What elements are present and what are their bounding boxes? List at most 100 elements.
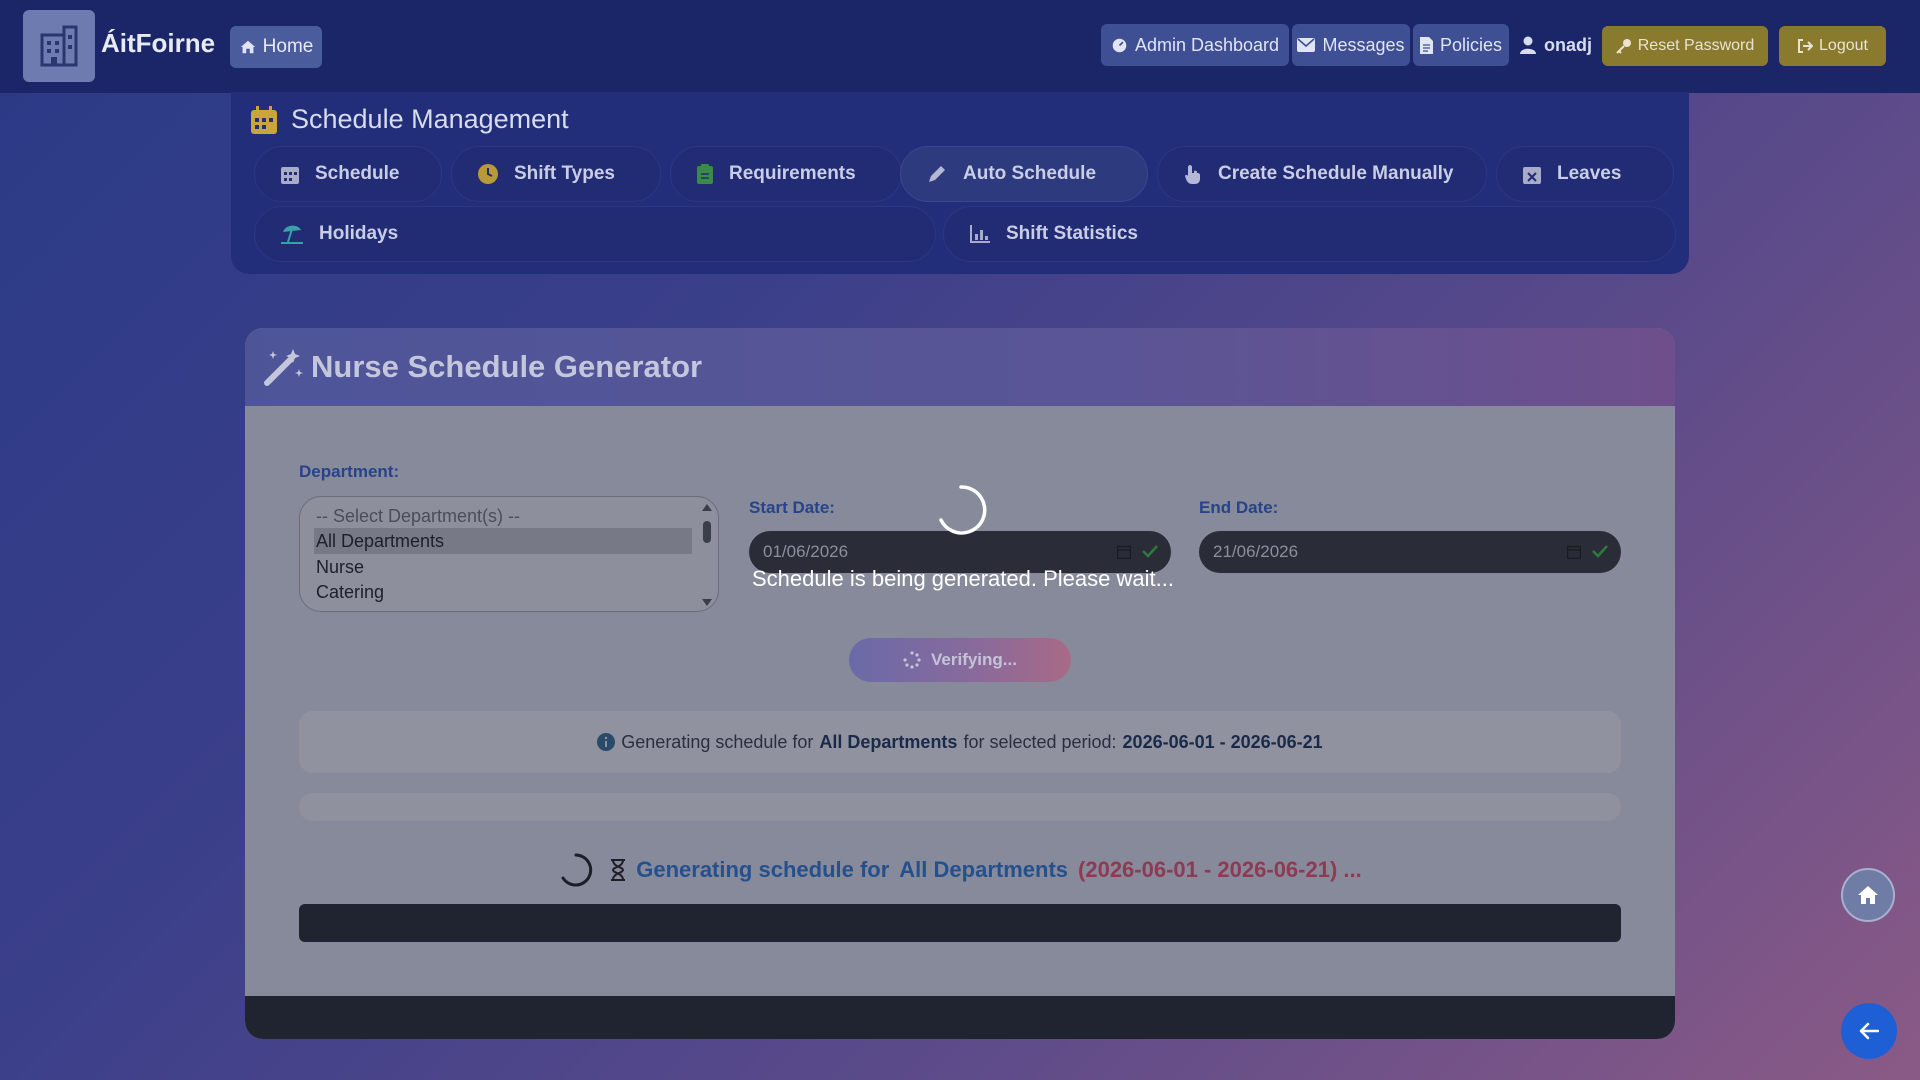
overlay-loading-message: Schedule is being generated. Please wait… [752,566,1174,591]
loading-spinner-icon [561,853,593,887]
overlay-spinner-icon [939,485,987,535]
calendar-picker-icon[interactable] [1567,544,1581,559]
generation-status: Generating schedule for All Departments … [245,850,1675,890]
department-option-placeholder[interactable]: -- Select Department(s) -- [314,503,692,529]
tab-requirements-label: Requirements [729,163,856,184]
schedule-management-panel: Schedule Management Schedule Shift Types… [231,92,1689,274]
house-icon [1858,886,1878,904]
app-logo[interactable] [23,10,95,82]
tab-create-schedule-manually[interactable]: Create Schedule Manually [1157,146,1487,202]
generator-card-header: Nurse Schedule Generator [245,328,1675,406]
home-button-label: Home [262,36,314,57]
house-icon [240,40,255,54]
department-label: Department: [299,462,400,481]
tab-holidays[interactable]: Holidays [254,206,936,262]
tab-shift-types[interactable]: Shift Types [451,146,661,202]
tab-holidays-label: Holidays [319,223,399,244]
logout-label: Logout [1819,37,1868,54]
envelope-icon [1297,38,1316,52]
messages-button[interactable]: Messages [1292,24,1410,66]
calendar-grid-icon [281,167,299,184]
logout-button[interactable]: Logout [1779,26,1886,66]
logout-icon [1798,39,1814,53]
status-prefix: Generating schedule for [636,857,890,882]
start-date-label: Start Date: [749,498,835,517]
key-icon [1616,39,1631,54]
tab-auto-schedule[interactable]: Auto Schedule [900,146,1148,202]
reset-password-label: Reset Password [1637,37,1755,54]
policies-button[interactable]: Policies [1413,24,1509,66]
building-logo-icon [40,25,78,67]
clock-icon [478,164,498,184]
status-department: All Departments [899,857,1069,882]
card-footer [245,996,1675,1039]
messages-label: Messages [1322,34,1405,55]
end-date-label: End Date: [1199,498,1279,517]
bar-chart-icon [970,225,990,243]
floating-home-button[interactable] [1841,868,1895,922]
scroll-thumb [703,521,711,543]
tab-shift-types-label: Shift Types [514,163,615,184]
gauge-icon [1112,38,1127,52]
checkmark-icon [1592,545,1608,558]
tab-shift-statistics-label: Shift Statistics [1006,223,1138,244]
admin-dashboard-label: Admin Dashboard [1134,34,1280,55]
end-date-value: 21/06/2026 [1213,542,1299,561]
department-select[interactable]: -- Select Department(s) -- All Departmen… [299,496,719,612]
calendar-icon [251,105,277,134]
calendar-x-icon [1523,167,1541,184]
info-period: 2026-06-01 - 2026-06-21 [1122,731,1323,752]
tab-leaves-label: Leaves [1557,163,1622,184]
scroll-up-icon [702,504,712,511]
info-prefix: Generating schedule for [621,731,814,752]
page-title: Schedule Management [291,104,569,134]
pencil-icon [929,166,945,182]
schedule-management-header: Schedule Management [251,104,569,135]
department-scrollbar[interactable] [700,501,714,609]
hourglass-icon [611,859,626,881]
scroll-down-icon [702,599,712,606]
calendar-picker-icon[interactable] [1117,544,1131,559]
home-button[interactable]: Home [230,26,322,68]
verify-button[interactable]: Verifying... [849,638,1071,682]
end-date-input[interactable]: 21/06/2026 [1199,531,1621,573]
user-info[interactable]: onadj [1520,24,1592,66]
info-circle-icon [597,733,616,751]
umbrella-beach-icon [281,225,303,244]
hand-pointer-icon [1185,165,1200,184]
reset-password-button[interactable]: Reset Password [1602,26,1768,66]
generator-title: Nurse Schedule Generator [311,349,703,384]
tab-schedule-label: Schedule [315,163,400,184]
info-middle: for selected period: [963,731,1117,752]
verify-button-label: Verifying... [931,650,1017,669]
department-option-all[interactable]: All Departments [314,528,692,554]
magic-wand-icon [264,349,303,386]
top-navbar: ÁitFoirne Home Admin Dashboard Messages … [0,0,1920,93]
status-period: (2026-06-01 - 2026-06-21) ... [1078,857,1362,882]
department-option-nurse[interactable]: Nurse [314,554,692,580]
policies-label: Policies [1439,34,1503,55]
schedule-output-area [299,904,1621,942]
tab-auto-schedule-label: Auto Schedule [963,163,1097,184]
tab-shift-statistics[interactable]: Shift Statistics [943,206,1676,262]
user-icon [1520,36,1536,54]
tab-requirements[interactable]: Requirements [670,146,902,202]
department-option-catering[interactable]: Catering [314,579,692,605]
spinner-icon [903,651,921,669]
info-department: All Departments [819,731,958,752]
tab-schedule[interactable]: Schedule [254,146,442,202]
progress-bar [299,793,1621,821]
tab-create-schedule-manually-label: Create Schedule Manually [1218,163,1454,184]
tab-leaves[interactable]: Leaves [1496,146,1674,202]
document-icon [1419,36,1433,54]
brand-name: ÁitFoirne [101,28,216,58]
clipboard-icon [697,164,713,184]
schedule-generator-card: Nurse Schedule Generator Department: -- … [245,328,1675,1039]
arrow-left-icon [1859,1022,1879,1040]
start-date-value: 01/06/2026 [763,542,849,561]
checkmark-icon [1142,545,1158,558]
username: onadj [1544,34,1592,55]
back-button[interactable] [1841,1003,1897,1059]
info-alert: Generating schedule for All Departments … [299,711,1621,773]
admin-dashboard-button[interactable]: Admin Dashboard [1101,24,1289,66]
